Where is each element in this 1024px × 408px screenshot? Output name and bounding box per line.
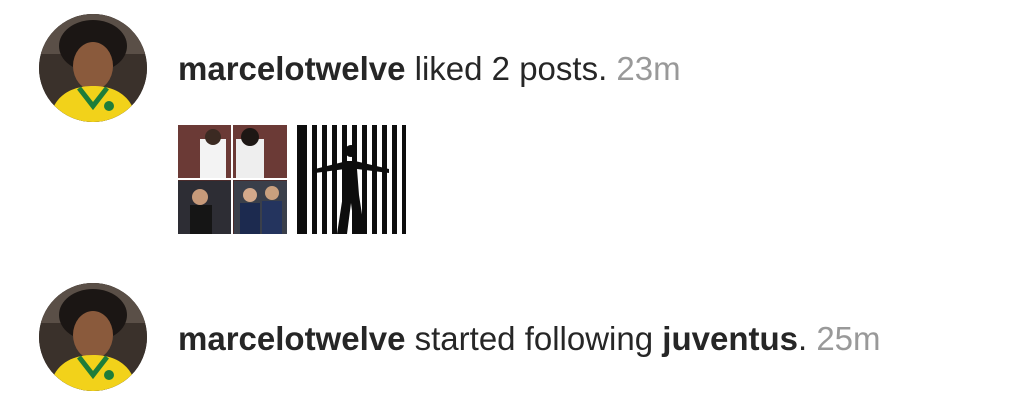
username-link[interactable]: marcelotwelve (178, 50, 405, 87)
notification-liked-posts[interactable]: marcelotwelve liked 2 posts. 23m (0, 0, 1024, 260)
post-thumbnail-2[interactable] (297, 125, 406, 234)
notification-text: marcelotwelve started following juventus… (178, 319, 881, 359)
username-link[interactable]: marcelotwelve (178, 320, 405, 357)
user-avatar[interactable] (39, 283, 147, 391)
timestamp: 25m (816, 320, 881, 357)
notification-text: marcelotwelve liked 2 posts. 23m (178, 49, 681, 89)
user-avatar[interactable] (39, 14, 147, 122)
target-username-link[interactable]: juventus (662, 320, 798, 357)
action-text: started following (405, 320, 663, 357)
notification-started-following[interactable]: marcelotwelve started following juventus… (0, 270, 1024, 408)
timestamp: 23m (616, 50, 681, 87)
action-text: liked 2 posts. (405, 50, 608, 87)
period-text: . (797, 320, 808, 357)
post-thumbnail-1[interactable] (178, 125, 287, 234)
